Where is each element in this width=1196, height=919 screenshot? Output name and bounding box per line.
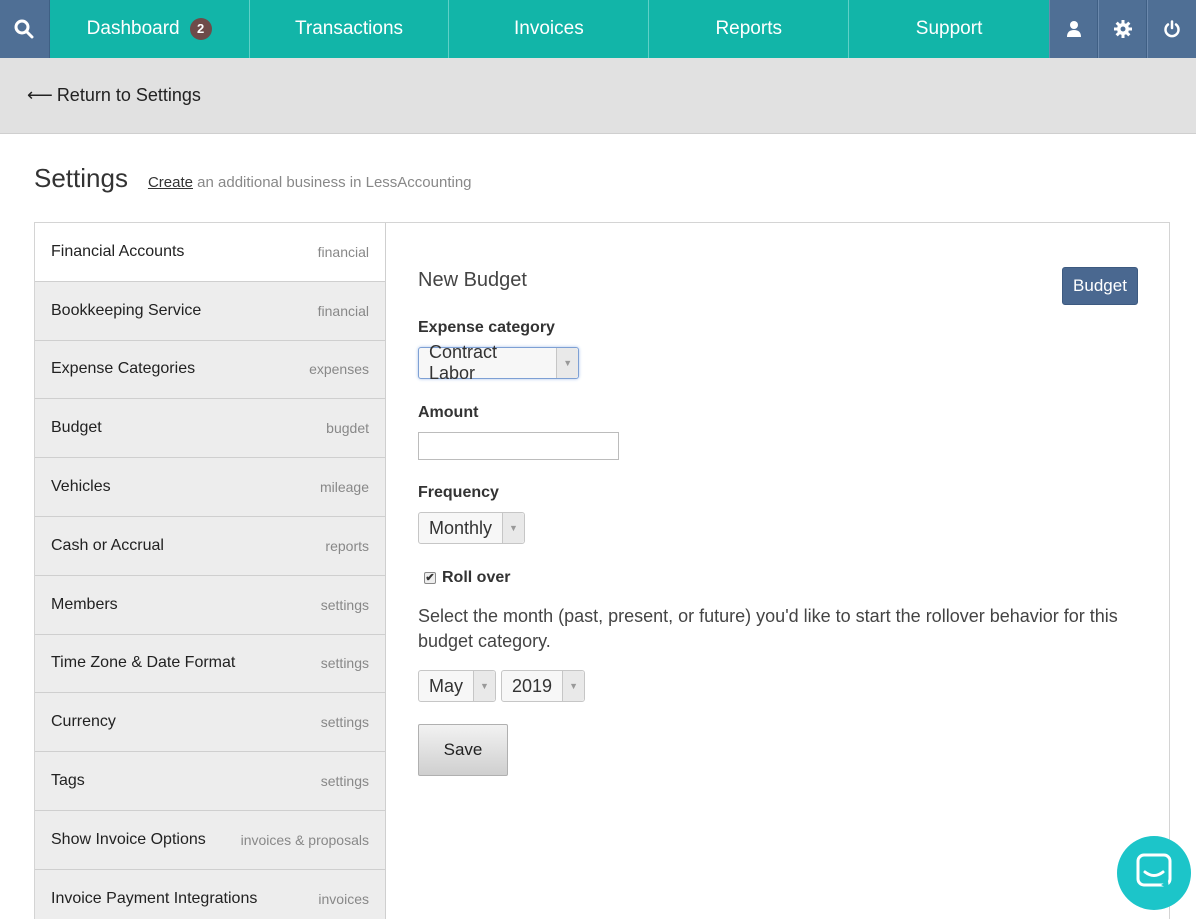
rollover-label: Roll over (442, 569, 511, 586)
amount-label: Amount (418, 404, 479, 421)
nav-support-label: Support (915, 18, 983, 39)
power-icon[interactable] (1147, 0, 1196, 58)
sidebar-item-label: Invoice Payment Integrations (51, 889, 258, 907)
sidebar-item-financial-accounts[interactable]: Financial Accounts financial (35, 223, 386, 282)
sidebar-item-tag: financial (317, 302, 369, 319)
budget-button[interactable]: Budget (1062, 267, 1138, 305)
sidebar-item-tag: bugdet (326, 420, 369, 437)
sidebar-item-bookkeeping-service[interactable]: Bookkeeping Service financial (35, 281, 386, 341)
nav-support[interactable]: Support (849, 0, 1049, 58)
nav-dashboard-label: Dashboard (86, 18, 180, 39)
chevron-down-icon: ▼ (556, 348, 578, 378)
sidebar-item-label: Expense Categories (51, 360, 196, 378)
sidebar-item-label: Vehicles (51, 478, 111, 496)
frequency-select[interactable]: Monthly ▼ (418, 512, 525, 544)
search-icon[interactable] (0, 0, 50, 58)
sidebar-item-tag: expenses (309, 361, 369, 378)
user-icon[interactable] (1049, 0, 1098, 58)
expense-category-select[interactable]: Contract Labor ▼ (418, 342, 579, 383)
expense-category-value: Contract Labor (429, 342, 498, 383)
sidebar-item-label: Bookkeeping Service (51, 301, 202, 319)
frequency-value: Monthly (429, 517, 493, 538)
sidebar-item-tag: mileage (319, 479, 369, 496)
sidebar-item-label: Cash or Accrual (51, 536, 164, 554)
chevron-down-icon: ▼ (473, 671, 495, 701)
chat-launcher[interactable] (1117, 836, 1191, 910)
sidebar-item-tag: invoices (318, 890, 369, 907)
expense-category-label: Expense category (418, 319, 555, 336)
sidebar-item-tag: settings (320, 714, 369, 731)
notification-badge: 2 (189, 18, 212, 40)
sidebar-item-tag: reports (325, 537, 369, 554)
sidebar-item-label: Tags (51, 772, 85, 790)
year-value: 2019 (512, 675, 553, 696)
frequency-label: Frequency (418, 484, 499, 501)
settings-panel: Financial Accounts financial Bookkeeping… (34, 222, 1170, 919)
nav-transactions[interactable]: Transactions (249, 0, 450, 58)
back-arrow-icon[interactable]: ⟵ (27, 85, 53, 106)
gear-icon[interactable] (1098, 0, 1147, 58)
sidebar-item-tag: settings (320, 655, 369, 672)
sidebar-item-expense-categories[interactable]: Expense Categories expenses (35, 340, 386, 400)
amount-input[interactable] (418, 432, 619, 460)
sidebar-item-label: Budget (51, 419, 102, 437)
chevron-down-icon: ▼ (562, 671, 584, 701)
sidebar-item-label: Currency (51, 713, 116, 731)
sidebar-item-tags[interactable]: Tags settings (35, 752, 386, 811)
form-title: New Budget (418, 269, 527, 291)
sidebar-item-cash-or-accrual[interactable]: Cash or Accrual reports (35, 516, 386, 576)
sidebar-item-tag: invoices & proposals (240, 831, 369, 848)
create-business-link[interactable]: Create (148, 174, 193, 191)
sidebar-item-show-invoice-options[interactable]: Show Invoice Options invoices & proposal… (35, 810, 386, 870)
nav-reports[interactable]: Reports (649, 0, 850, 58)
sidebar-item-invoice-payment-integrations[interactable]: Invoice Payment Integrations invoices (35, 869, 386, 919)
sidebar-item-tag: settings (320, 773, 369, 790)
sidebar-item-label: Show Invoice Options (51, 830, 206, 848)
year-select[interactable]: 2019 ▼ (501, 670, 585, 702)
sidebar-item-budget[interactable]: Budget bugdet (35, 399, 386, 459)
settings-subtitle: Create an additional business in LessAcc… (148, 174, 472, 191)
page-title: Settings (34, 163, 128, 193)
nav-invoices-label: Invoices (514, 18, 584, 39)
sidebar-item-tag: financial (317, 243, 369, 260)
sidebar-item-time-zone[interactable]: Time Zone & Date Format settings (35, 634, 386, 694)
sidebar-item-label: Time Zone & Date Format (51, 654, 236, 672)
settings-sidebar: Financial Accounts financial Bookkeeping… (35, 223, 386, 919)
chevron-down-icon: ▼ (502, 513, 524, 543)
rollover-description: Select the month (past, present, or futu… (418, 606, 1118, 651)
sidebar-item-label: Members (51, 595, 118, 613)
sidebar-item-vehicles[interactable]: Vehicles mileage (35, 458, 386, 517)
sidebar-item-label: Financial Accounts (51, 242, 185, 260)
sidebar-item-currency[interactable]: Currency settings (35, 693, 386, 753)
sidebar-item-members[interactable]: Members settings (35, 575, 386, 635)
settings-subtitle-text: an additional business in LessAccounting (192, 174, 472, 191)
return-to-settings-link[interactable]: Return to Settings (57, 85, 201, 106)
chat-icon (1135, 852, 1173, 895)
rollover-checkbox[interactable]: ✔ (424, 572, 436, 584)
nav-transactions-label: Transactions (294, 18, 404, 39)
top-nav: Dashboard 2 Transactions Invoices Report… (0, 0, 1196, 58)
rollover-row: ✔ Roll over (424, 569, 510, 587)
settings-header: Settings Create an additional business i… (34, 163, 472, 194)
return-bar: ⟵ Return to Settings (0, 58, 1196, 134)
month-value: May (429, 675, 464, 696)
nav-dashboard[interactable]: Dashboard 2 (49, 0, 250, 58)
sidebar-item-tag: settings (320, 596, 369, 613)
month-select[interactable]: May ▼ (418, 670, 496, 702)
save-button[interactable]: Save (418, 724, 508, 776)
nav-invoices[interactable]: Invoices (449, 0, 650, 58)
nav-right-icons (1049, 0, 1196, 58)
nav-reports-label: Reports (715, 18, 782, 39)
